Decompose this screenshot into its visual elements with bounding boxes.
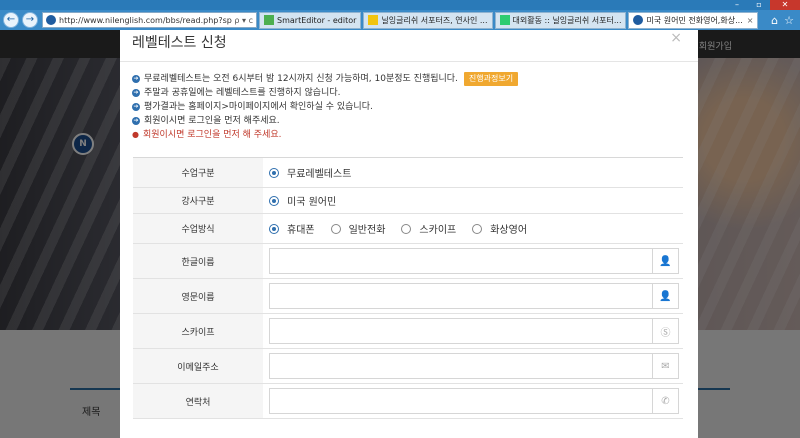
email-input[interactable] (270, 354, 652, 378)
radio-skype[interactable]: 스카이프 (401, 221, 456, 236)
radio-free-level-test[interactable]: 무료레벨테스트 (269, 165, 351, 180)
korean-name-input[interactable] (270, 249, 652, 273)
teacher-label: 강사구분 (133, 188, 263, 213)
user-icon: 👤 (652, 249, 678, 273)
radio-mobile[interactable]: 휴대폰 (269, 221, 315, 236)
browser-right-icons: ⌂ ☆ (771, 14, 794, 27)
skype-wrap: Ⓢ (269, 318, 679, 344)
notice-list: ➔ 무료레벨테스트는 오전 6시부터 밤 12시까지 신청 가능하며, 10분정… (132, 72, 692, 142)
envelope-icon: ✉ (652, 354, 678, 378)
user-icon: 👤 (652, 284, 678, 308)
forward-icon[interactable]: → (22, 12, 38, 28)
arrow-right-icon: ➔ (132, 103, 140, 111)
radio-landline[interactable]: 일반전화 (330, 221, 385, 236)
login-warning: ● 회원이시면 로그인을 먼저 해 주세요. (132, 130, 282, 140)
phone-icon: ✆ (652, 389, 678, 413)
modal-header: 레벨테스트 신청 × (120, 30, 698, 62)
radio-unchecked-icon (401, 223, 412, 234)
english-name-label: 영문이름 (133, 279, 263, 313)
method-label: 수업방식 (133, 214, 263, 243)
browser-toolbar: ← → http://www.nilenglish.com/bbs/read.p… (0, 10, 800, 30)
contact-input[interactable] (270, 389, 652, 413)
home-icon[interactable]: ⌂ (771, 14, 778, 27)
arrow-right-icon: ➔ (132, 75, 140, 83)
class-type-label: 수업구분 (133, 158, 263, 187)
window-close-icon[interactable]: ✕ (770, 0, 800, 10)
tab-smarteditor[interactable]: SmartEditor - editor (259, 11, 362, 29)
address-bar[interactable]: http://www.nilenglish.com/bbs/read.php?s… (42, 12, 257, 28)
row-class-type: 수업구분 무료레벨테스트 (133, 158, 683, 188)
english-name-wrap: 👤 (269, 283, 679, 309)
view-process-button[interactable]: 진행과정보기 (463, 72, 519, 86)
back-icon[interactable]: ← (3, 12, 19, 28)
notice-item: ➔ 회원이시면 로그인을 먼저 해주세요. (132, 116, 280, 126)
level-test-form: 수업구분 무료레벨테스트 강사구분 미국 원어민 수업방식 휴대폰 일반전화 스… (133, 157, 683, 419)
email-wrap: ✉ (269, 353, 679, 379)
tab-favicon-icon (633, 15, 644, 25)
arrow-right-icon: ➔ (132, 89, 140, 97)
row-skype: 스카이프 Ⓢ (133, 314, 683, 349)
notice-item: ➔ 평가결과는 홈페이지>마이페이지에서 확인하실 수 있습니다. (132, 102, 373, 112)
tab-supporters[interactable]: 닐잉글리쉬 서포터즈, 연사인 ... (363, 11, 493, 29)
radio-checked-icon (269, 167, 279, 178)
radio-unchecked-icon (472, 223, 483, 234)
notice-item: ➔ 주말과 공휴일에는 레벨테스트를 진행하지 않습니다. (132, 88, 341, 98)
radio-checked-icon (269, 223, 279, 234)
user-icon: ● (132, 130, 139, 139)
email-label: 이메일주소 (133, 349, 263, 383)
korean-name-label: 한글이름 (133, 244, 263, 278)
skype-label: 스카이프 (133, 314, 263, 348)
radio-us-native[interactable]: 미국 원어민 (269, 193, 336, 208)
row-english-name: 영문이름 👤 (133, 279, 683, 314)
row-email: 이메일주소 ✉ (133, 349, 683, 384)
window-controls: – ▫ ✕ (726, 0, 800, 10)
address-controls[interactable]: ρ ▾ c (234, 16, 253, 25)
favorites-star-icon[interactable]: ☆ (784, 14, 794, 27)
radio-video[interactable]: 화상영어 (472, 221, 527, 236)
skype-icon: Ⓢ (652, 319, 678, 343)
skype-input[interactable] (270, 319, 652, 343)
english-name-input[interactable] (270, 284, 652, 308)
site-favicon-icon (46, 15, 56, 25)
minimize-icon[interactable]: – (726, 0, 748, 10)
tab-favicon-icon (264, 15, 274, 25)
modal-title: 레벨테스트 신청 (132, 35, 227, 51)
row-contact: 연락처 ✆ (133, 384, 683, 419)
tab-nilenglish[interactable]: 미국 원어민 전화영어,화상... × (628, 11, 759, 29)
window-titlebar: – ▫ ✕ (0, 0, 800, 10)
contact-label: 연락처 (133, 384, 263, 418)
maximize-icon[interactable]: ▫ (748, 0, 770, 10)
row-method: 수업방식 휴대폰 일반전화 스카이프 화상영어 (133, 214, 683, 244)
level-test-modal: 레벨테스트 신청 × ➔ 무료레벨테스트는 오전 6시부터 밤 12시까지 신청… (120, 30, 698, 438)
close-icon[interactable]: × (670, 30, 682, 46)
radio-unchecked-icon (330, 223, 341, 234)
tab-favicon-icon (368, 15, 379, 25)
row-korean-name: 한글이름 👤 (133, 244, 683, 279)
korean-name-wrap: 👤 (269, 248, 679, 274)
tab-close-icon[interactable]: × (747, 16, 754, 25)
arrow-right-icon: ➔ (132, 117, 140, 125)
address-url: http://www.nilenglish.com/bbs/read.php?s… (59, 15, 232, 25)
notice-item: ➔ 무료레벨테스트는 오전 6시부터 밤 12시까지 신청 가능하며, 10분정… (132, 72, 692, 86)
tab-activities[interactable]: 대외활동 :: 닐잉글리쉬 서포터... (494, 11, 627, 29)
tab-favicon-icon (499, 15, 510, 25)
contact-wrap: ✆ (269, 388, 679, 414)
radio-checked-icon (269, 195, 279, 206)
row-teacher: 강사구분 미국 원어민 (133, 188, 683, 214)
